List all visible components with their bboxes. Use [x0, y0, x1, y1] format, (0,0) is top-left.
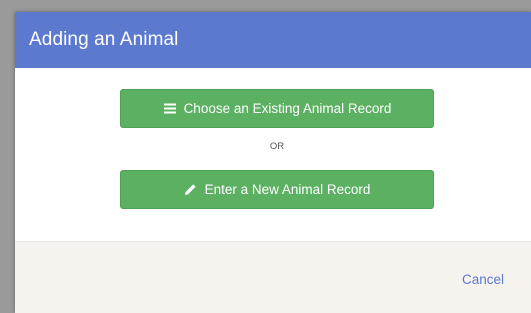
cancel-link[interactable]: Cancel [462, 272, 504, 287]
or-separator: OR [269, 141, 285, 152]
dialog-header: Adding an Animal [15, 12, 531, 68]
choose-existing-record-label: Choose an Existing Animal Record [183, 101, 392, 116]
dialog-title: Adding an Animal [29, 29, 179, 50]
dialog-body: Choose an Existing Animal Record OR Ente… [15, 68, 531, 241]
dialog-footer: Cancel [15, 241, 531, 313]
add-animal-dialog: Adding an Animal Choose an Existing Anim… [15, 12, 531, 313]
enter-new-record-label: Enter a New Animal Record [204, 182, 371, 197]
list-icon [163, 102, 177, 116]
enter-new-record-button[interactable]: Enter a New Animal Record [120, 170, 434, 209]
pencil-icon [184, 183, 198, 197]
choose-existing-record-button[interactable]: Choose an Existing Animal Record [120, 89, 434, 128]
